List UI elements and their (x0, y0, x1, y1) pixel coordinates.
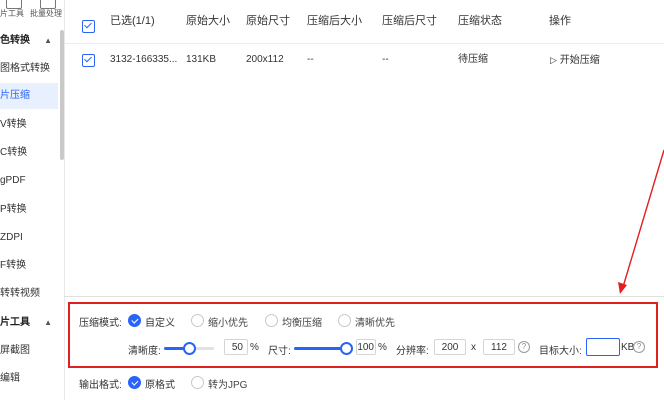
select-all-checkbox[interactable] (82, 20, 95, 33)
header-orig-dim: 原始尺寸 (246, 15, 290, 27)
output-option-original[interactable]: 原格式 (145, 376, 175, 391)
play-icon: ▷ (550, 55, 557, 65)
row-checkbox[interactable] (82, 54, 95, 67)
sidebar-section-tools-label: 片工具 (0, 317, 30, 328)
sidebar-section-tools[interactable]: 片工具 ▲ (0, 312, 58, 334)
sidebar: 片工具 批量处理 色转换 ▲ 图格式转换 片压缩 V转换 C转换 gPDF P转… (0, 0, 65, 400)
sidebar-item-dpi[interactable]: ZDPI (0, 225, 58, 251)
header-status: 压缩状态 (458, 15, 502, 27)
header-comp-size: 压缩后大小 (307, 15, 362, 27)
row-comp-size: -- (307, 54, 314, 65)
sidebar-item-compress[interactable]: 片压缩 (0, 83, 58, 109)
sidebar-item-screenshot[interactable]: 屏截图 (0, 338, 58, 364)
row-comp-dim: -- (382, 54, 389, 65)
sidebar-item-v-convert[interactable]: V转换 (0, 112, 58, 138)
output-format-label: 输出格式: (79, 380, 122, 391)
sidebar-section-convert-label: 色转换 (0, 35, 30, 46)
header-divider (64, 43, 664, 44)
output-option-jpg[interactable]: 转为JPG (208, 376, 247, 391)
output-radio-original[interactable] (128, 376, 141, 389)
row-status: 待压缩 (458, 54, 488, 65)
sidebar-item-to-video[interactable]: 转转视频 (0, 281, 58, 307)
sidebar-item-p-convert[interactable]: P转换 (0, 197, 58, 223)
row-orig-size: 131KB (186, 54, 217, 65)
sidebar-item-edit[interactable]: 编辑 (0, 366, 58, 392)
tool-label-batch[interactable]: 批量处理 (30, 8, 62, 19)
panel-divider (64, 296, 664, 297)
sidebar-section-convert[interactable]: 色转换 ▲ (0, 30, 58, 52)
row-orig-dim: 200x112 (246, 54, 284, 65)
start-compress-label: 开始压缩 (559, 55, 600, 66)
header-comp-dim: 压缩后尺寸 (382, 15, 437, 27)
start-compress-button[interactable]: ▷ 开始压缩 (550, 46, 600, 74)
highlight-box (68, 302, 658, 368)
header-selected: 已选(1/1) (110, 15, 155, 27)
header-orig-size: 原始大小 (186, 15, 230, 27)
file-table: 已选(1/1) 原始大小 原始尺寸 压缩后大小 压缩后尺寸 压缩状态 操作 31… (64, 0, 664, 296)
sidebar-item-c-convert[interactable]: C转换 (0, 140, 58, 166)
sidebar-item-to-pdf[interactable]: gPDF (0, 168, 58, 194)
output-radio-jpg[interactable] (191, 376, 204, 389)
sidebar-item-format-convert[interactable]: 图格式转换 (0, 56, 58, 82)
row-file-name: 3132-166335... (110, 54, 178, 65)
chevron-up-icon: ▲ (44, 318, 52, 327)
chevron-up-icon: ▲ (44, 36, 52, 45)
header-action: 操作 (549, 15, 571, 27)
tool-label-image[interactable]: 片工具 (0, 8, 24, 19)
sidebar-item-f-convert[interactable]: F转换 (0, 253, 58, 279)
